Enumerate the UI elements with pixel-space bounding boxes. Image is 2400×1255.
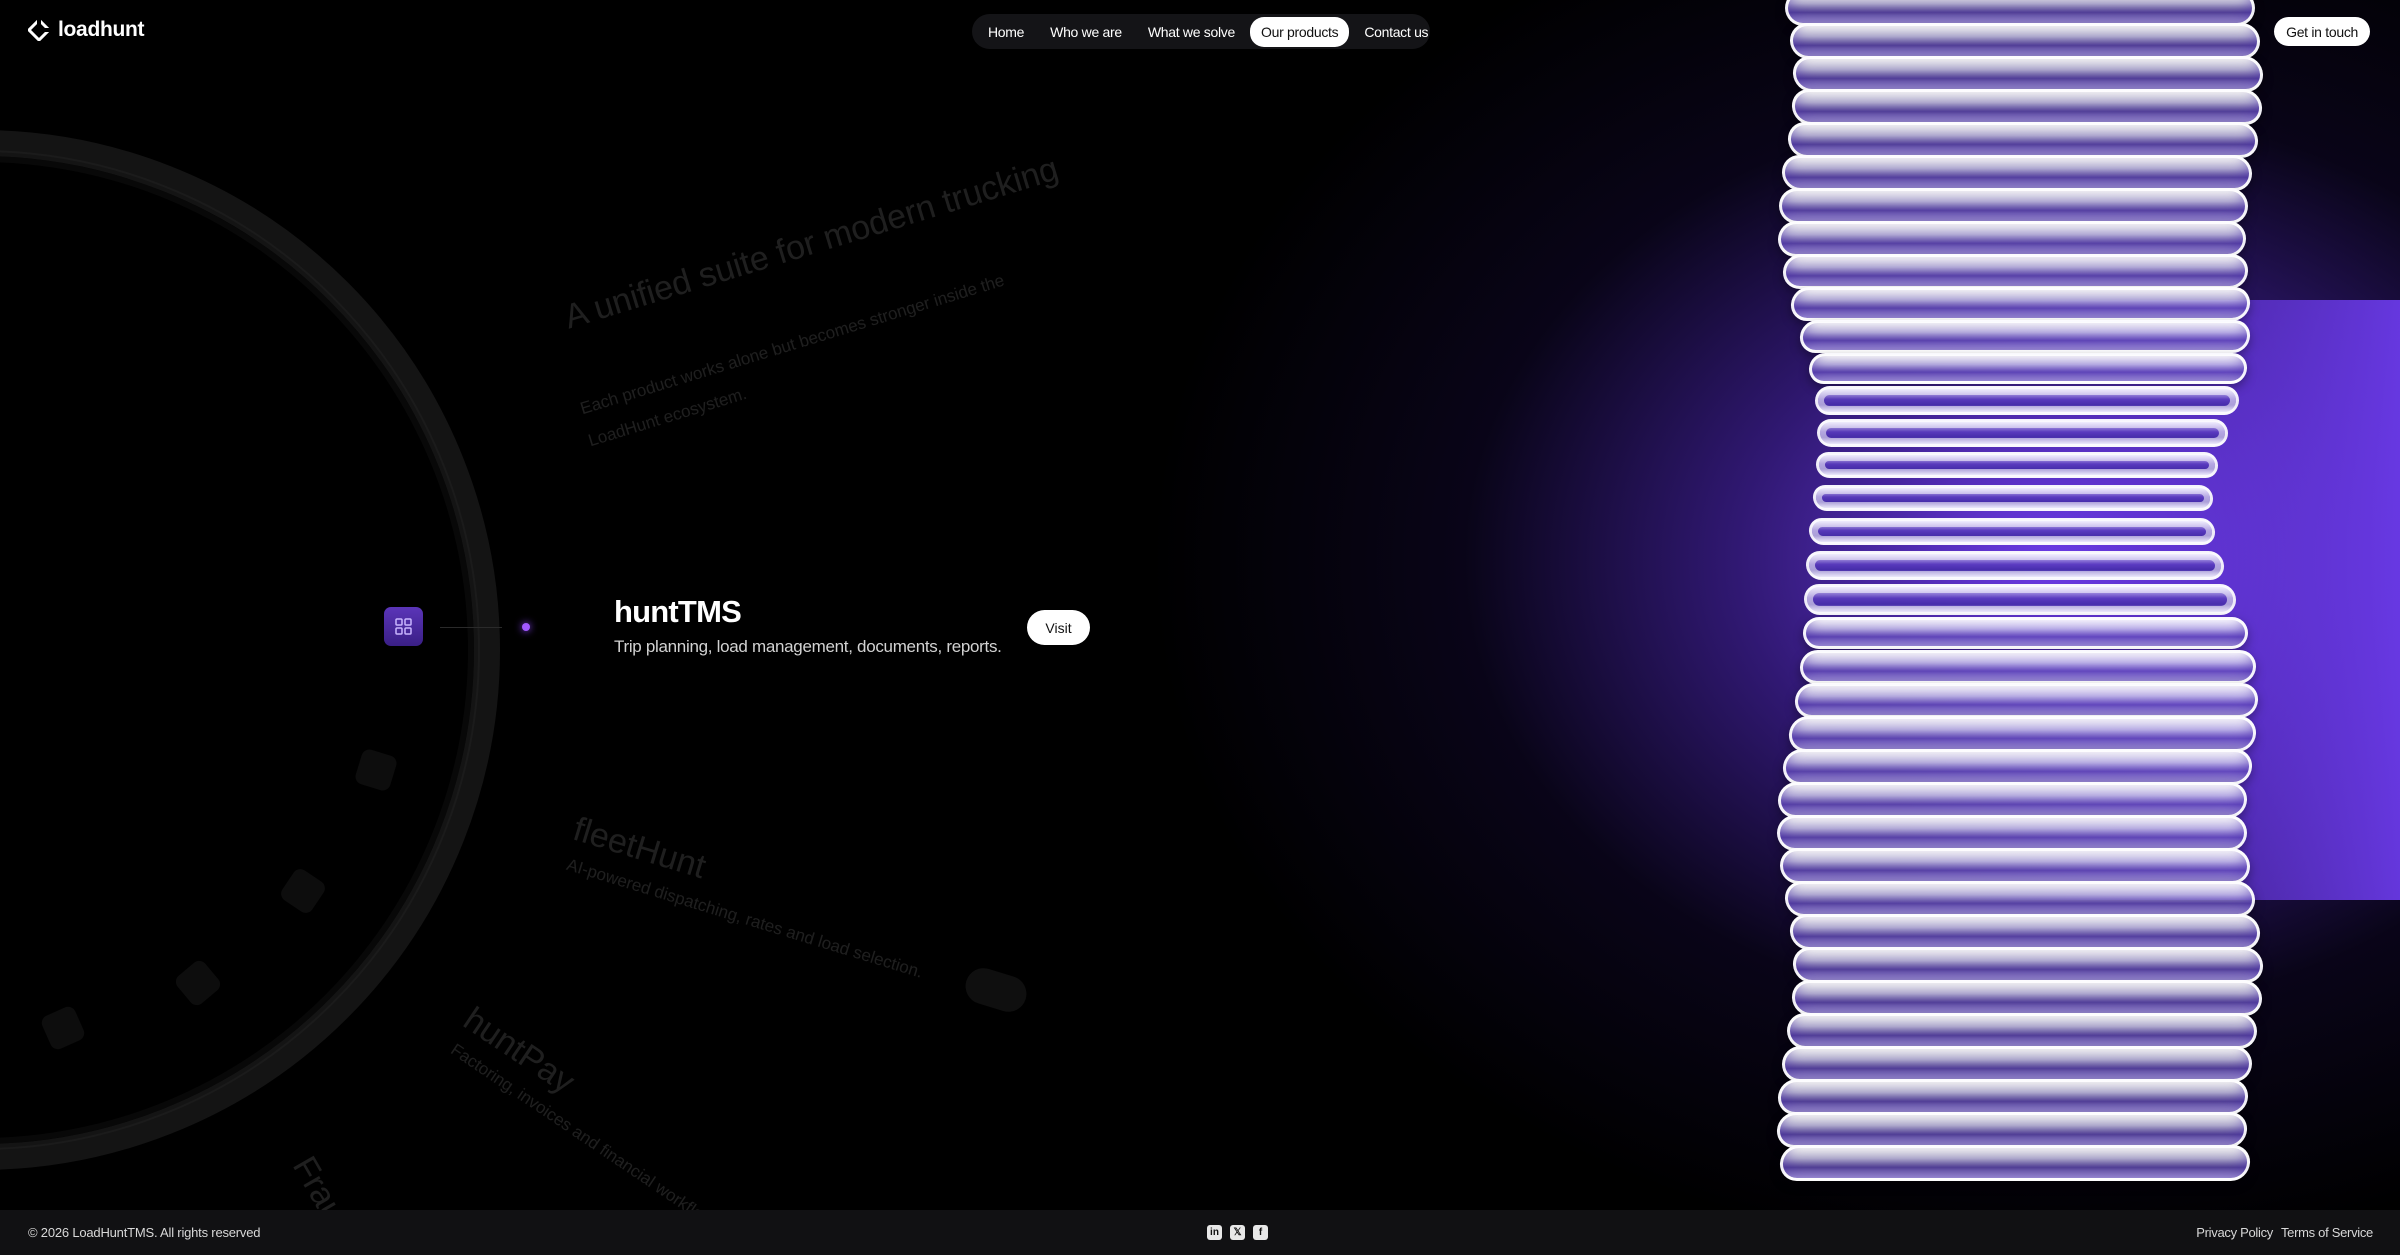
glass-slab (1808, 353, 2248, 385)
glass-slab (1791, 947, 2265, 983)
product-title-hunttms: huntTMS (614, 594, 742, 629)
glass-slab (1789, 23, 2261, 59)
glass-slab (1781, 254, 2249, 290)
nav-item-our-products[interactable]: Our products (1250, 16, 1350, 47)
glass-slab (1790, 89, 2264, 125)
nav-item-contact-us[interactable]: Contact us (1353, 17, 1439, 47)
x-icon[interactable]: 𝕏 (1230, 1225, 1245, 1240)
glass-slab (1777, 815, 2248, 851)
glass-slab (1777, 782, 2249, 818)
glass-slab (1789, 287, 2251, 322)
glass-slab (1779, 848, 2251, 884)
glass-slab (1779, 1145, 2252, 1181)
glass-slab (1781, 749, 2253, 785)
glass-slab (1776, 1079, 2249, 1115)
loadhunt-logo-icon (28, 19, 50, 41)
product-description-hunttms: Trip planning, load management, document… (614, 637, 1002, 656)
glass-slab (1794, 683, 2260, 718)
glass-slab (1787, 716, 2257, 752)
terms-of-service-link[interactable]: Terms of Service (2281, 1225, 2373, 1240)
glass-slab (1777, 221, 2247, 257)
copyright-text: © 2026 LoadHuntTMS. All rights reserved (28, 1225, 261, 1240)
glass-slab (1802, 617, 2249, 650)
glass-slab (1776, 1112, 2249, 1148)
nav-item-who-we-are[interactable]: Who we are (1039, 17, 1133, 47)
grid-icon (395, 618, 412, 635)
product-desc-fleethunt: AI-powered dispatching, rates and load s… (564, 855, 926, 982)
glass-slab (1814, 386, 2239, 416)
glass-slab (1778, 188, 2248, 224)
linkedin-icon[interactable]: in (1207, 1225, 1222, 1240)
get-in-touch-button[interactable]: Get in touch (2274, 17, 2370, 46)
facebook-icon[interactable]: f (1253, 1225, 1268, 1240)
glass-slab (1787, 1013, 2258, 1049)
visit-button-fleethunt[interactable] (961, 963, 1031, 1017)
intro-title: A unified suite for modern trucking (560, 149, 1063, 337)
glass-slab (1790, 980, 2263, 1016)
product-icon-hunttms[interactable] (384, 607, 423, 646)
hero-background: A unified suite for modern trucking Each… (0, 0, 2400, 1255)
legal-links: Privacy Policy Terms of Service (2196, 1225, 2373, 1240)
glass-slab (1791, 56, 2264, 92)
glass-slab (1808, 518, 2217, 545)
glass-tower-illustration (1770, 0, 2270, 1215)
glass-slab (1815, 452, 2219, 479)
glass-slab (1803, 584, 2237, 615)
orbit-active-dot (522, 623, 530, 631)
visit-button-hunttms[interactable]: Visit (1027, 610, 1090, 645)
glass-slab (1784, 881, 2257, 917)
brand-name: loadhunt (58, 18, 145, 41)
glass-slab (1805, 551, 2225, 580)
social-links: in 𝕏 f (1207, 1225, 1268, 1240)
privacy-policy-link[interactable]: Privacy Policy (2196, 1225, 2273, 1240)
nav-item-home[interactable]: Home (977, 17, 1035, 47)
main-navigation: Home Who we are What we solve Our produc… (972, 14, 1430, 49)
site-footer: © 2026 LoadHuntTMS. All rights reserved … (0, 1210, 2400, 1255)
brand-logo[interactable]: loadhunt (28, 18, 145, 42)
nav-item-what-we-solve[interactable]: What we solve (1137, 17, 1246, 47)
glass-slab (1781, 155, 2253, 191)
glass-slab (1817, 419, 2229, 447)
glass-slab (1786, 122, 2259, 158)
glass-slab (1811, 485, 2214, 512)
orbit-connector-line (440, 627, 502, 628)
product-orbit-inner-ring (0, 150, 480, 1150)
glass-slab (1799, 650, 2257, 684)
glass-slab (1789, 914, 2262, 950)
glass-slab (1799, 320, 2252, 354)
glass-slab (1781, 1046, 2253, 1082)
